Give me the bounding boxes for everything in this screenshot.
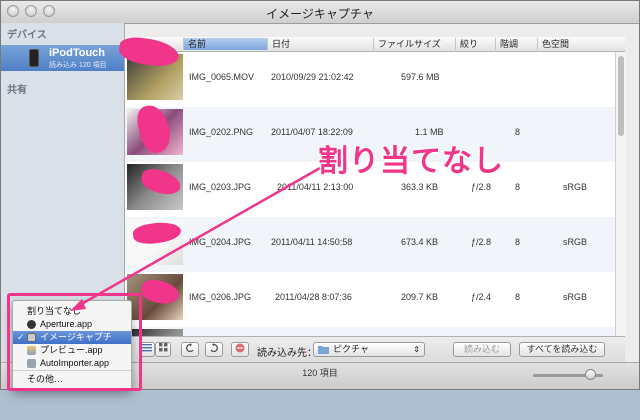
arrow-icon [70,166,321,311]
annotation-callout: 割り当てなし [318,144,504,179]
